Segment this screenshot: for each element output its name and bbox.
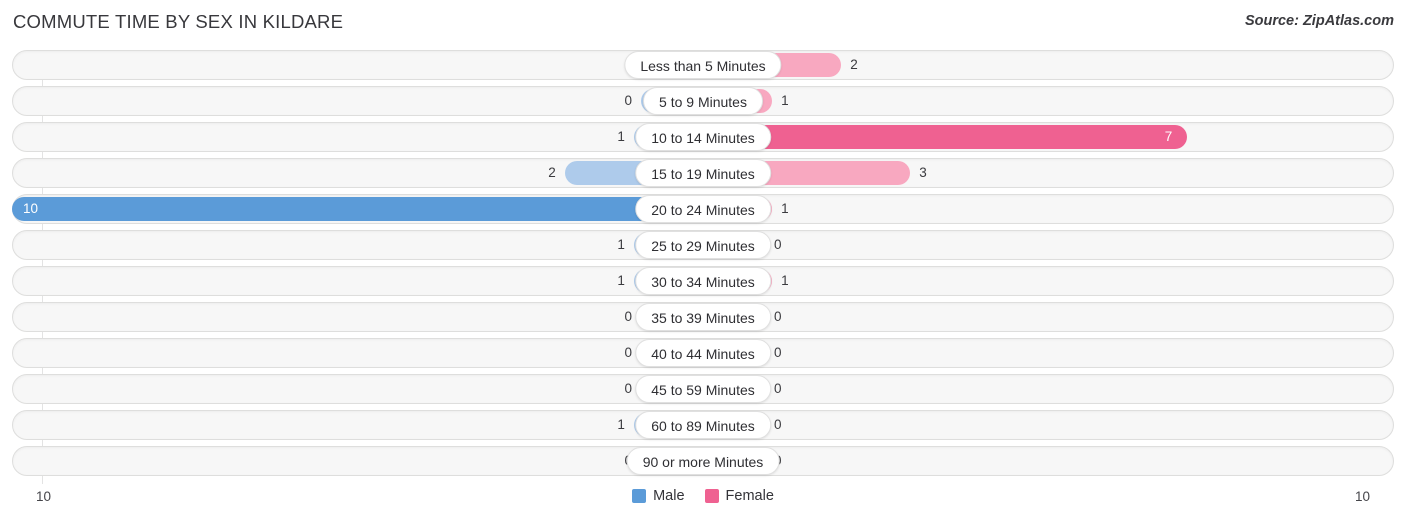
value-label-male: 1 [617, 273, 625, 288]
bar-row: 02Less than 5 Minutes [12, 50, 1394, 80]
page-title: COMMUTE TIME BY SEX IN KILDARE [13, 11, 344, 32]
bar-row: 1 7 10 to 14 Minutes [12, 122, 1394, 152]
value-label-female: 0 [774, 381, 782, 396]
value-label-male: 0 [624, 381, 632, 396]
value-label-male: 10 [23, 201, 39, 216]
bar-row: 0090 or more Minutes [12, 446, 1394, 476]
legend-label: Male [653, 488, 685, 504]
bar-row: 0 0 40 to 44 Minutes [12, 338, 1394, 368]
bar-row: 0 0 45 to 59 Minutes [12, 374, 1394, 404]
chart-legend: Male Female [0, 486, 1406, 506]
value-label-female: 1 [781, 93, 789, 108]
legend-label: Female [725, 488, 774, 504]
bar-row: 1 1 30 to 34 Minutes [12, 266, 1394, 296]
value-label-male: 0 [624, 345, 632, 360]
value-label-male: 1 [617, 129, 625, 144]
chart-plot-area: 02Less than 5 Minutes015 to 9 Minutes171… [12, 50, 1394, 484]
category-label: 30 to 34 Minutes [635, 267, 771, 295]
category-label: 5 to 9 Minutes [643, 87, 763, 115]
value-label-female: 7 [1164, 129, 1173, 144]
category-label: 10 to 14 Minutes [635, 123, 771, 151]
value-label-female: 0 [774, 309, 782, 324]
value-label-male: 1 [617, 417, 625, 432]
chart-page: COMMUTE TIME BY SEX IN KILDARE Source: Z… [0, 0, 1406, 523]
legend-item-female[interactable]: Female [704, 486, 774, 506]
value-label-female: 0 [774, 417, 782, 432]
chart-footer: 10 10 Male Female [0, 486, 1406, 516]
bar-row: 1 0 60 to 89 Minutes [12, 410, 1394, 440]
value-label-male: 0 [624, 309, 632, 324]
value-label-female: 1 [781, 273, 789, 288]
value-label-female: 0 [774, 345, 782, 360]
category-label: 35 to 39 Minutes [635, 303, 771, 331]
bar-row: 0 1 5 to 9 Minutes [12, 86, 1394, 116]
legend-swatch-icon [704, 489, 719, 503]
legend-swatch-icon [632, 489, 647, 503]
value-label-male: 2 [548, 165, 556, 180]
value-label-male: 0 [624, 93, 632, 108]
category-label: 20 to 24 Minutes [635, 195, 771, 223]
bar-female [703, 125, 1187, 149]
bar-row: 0 0 35 to 39 Minutes [12, 302, 1394, 332]
source-attribution: Source: ZipAtlas.com [1244, 13, 1394, 29]
legend-item-male[interactable]: Male [632, 486, 685, 506]
value-label-female: 1 [781, 201, 789, 216]
category-label: Less than 5 Minutes [624, 51, 782, 79]
category-label: 40 to 44 Minutes [635, 339, 771, 367]
category-label: 60 to 89 Minutes [635, 411, 771, 439]
category-label: 15 to 19 Minutes [635, 159, 771, 187]
bar-row: 2 3 15 to 19 Minutes [12, 158, 1394, 188]
category-label: 25 to 29 Minutes [635, 231, 771, 259]
bar-row: 10 1 20 to 24 Minutes [12, 194, 1394, 224]
chart-header: COMMUTE TIME BY SEX IN KILDARE Source: Z… [0, 0, 1406, 44]
category-label: 45 to 59 Minutes [635, 375, 771, 403]
bar-male [12, 197, 703, 221]
value-label-female: 3 [919, 165, 927, 180]
value-label-female: 2 [850, 57, 858, 72]
bar-rows-container: 02Less than 5 Minutes015 to 9 Minutes171… [12, 50, 1394, 476]
value-label-male: 1 [617, 237, 625, 252]
category-label: 90 or more Minutes [626, 447, 780, 475]
bar-row: 1 0 25 to 29 Minutes [12, 230, 1394, 260]
value-label-female: 0 [774, 237, 782, 252]
